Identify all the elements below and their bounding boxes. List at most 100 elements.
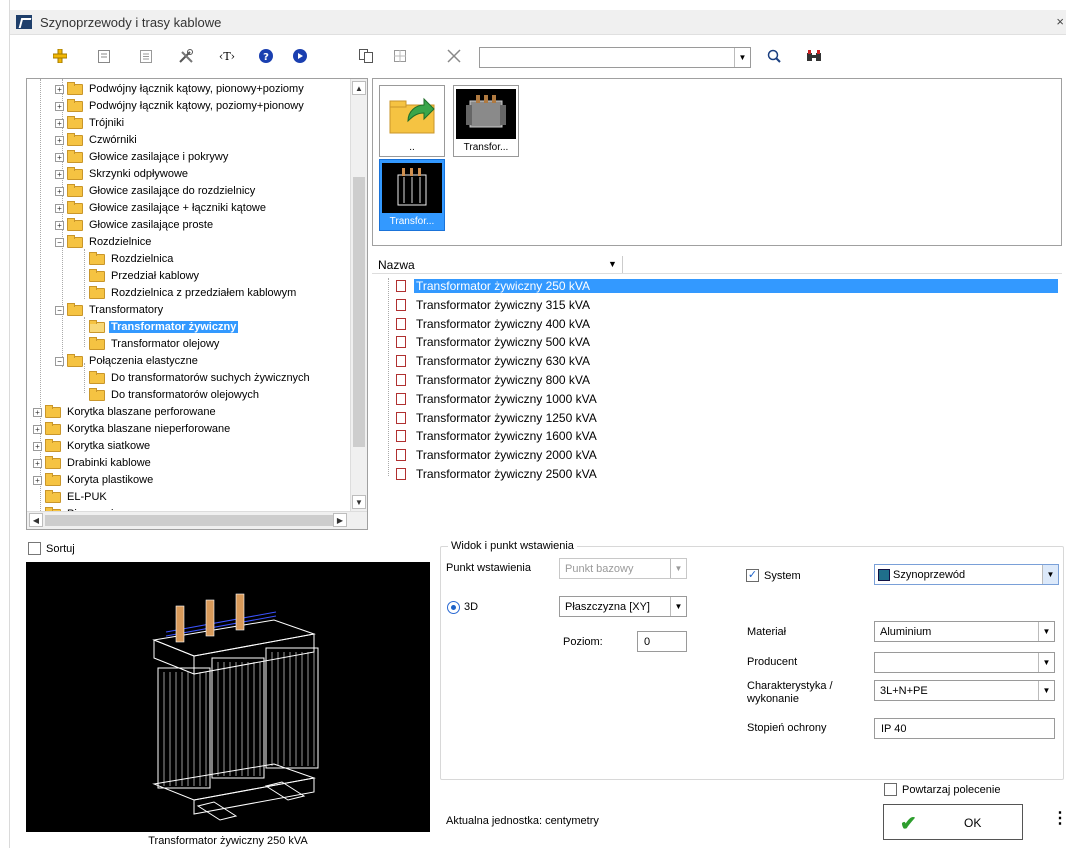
insertion-point-select[interactable]: Punkt bazowy ▼	[559, 558, 687, 579]
tree-node[interactable]: + Głowice zasilające proste	[55, 217, 215, 233]
tree-node[interactable]: + Korytka siatkowe	[33, 438, 152, 454]
level-input[interactable]: 0	[637, 631, 687, 652]
info-icon[interactable]	[290, 46, 310, 66]
system-select[interactable]: Szynoprzewód ▼	[874, 564, 1059, 585]
chevron-down-icon[interactable]: ▼	[1038, 653, 1054, 672]
tree-node[interactable]: − Połączenia elastyczne	[55, 353, 200, 369]
grid-icon[interactable]	[390, 46, 410, 66]
close-icon[interactable]: ×	[1056, 14, 1064, 29]
expand-icon[interactable]: +	[55, 118, 64, 128]
tree-node[interactable]: + Podwójny łącznik kątowy, pionowy+poziom…	[55, 81, 306, 97]
binoculars-icon[interactable]	[804, 46, 824, 66]
chevron-down-icon[interactable]: ▼	[1038, 622, 1054, 641]
expand-icon[interactable]: +	[55, 220, 64, 230]
list-item[interactable]: Transformator żywiczny 315 kVA	[396, 296, 1062, 314]
tree-node[interactable]: Przedział kablowy	[77, 268, 201, 284]
tree-node[interactable]: + Korytka blaszane nieperforowane	[33, 421, 232, 437]
tree-node[interactable]: + Głowice zasilające do rozdzielnicy	[55, 183, 257, 199]
list-item[interactable]: Transformator żywiczny 630 kVA	[396, 352, 1062, 370]
plane-select[interactable]: Płaszczyzna [XY] ▼	[559, 596, 687, 617]
tree-node[interactable]: − Rozdzielnice	[55, 234, 153, 250]
expand-icon[interactable]: +	[33, 424, 42, 434]
protection-input[interactable]: IP 40	[874, 718, 1055, 739]
collapse-icon[interactable]: −	[55, 305, 64, 315]
repeat-checkbox[interactable]	[884, 783, 897, 796]
tree-horizontal-scrollbar[interactable]: ◀ ▶	[27, 511, 367, 529]
ok-button[interactable]: ✔ OK	[883, 804, 1023, 840]
expand-icon[interactable]: +	[33, 441, 42, 451]
expand-icon[interactable]: +	[55, 152, 64, 162]
tree-node[interactable]: + Korytka blaszane perforowane	[33, 404, 218, 420]
scrollbar-thumb[interactable]	[45, 515, 333, 526]
page-icon[interactable]	[94, 46, 114, 66]
producer-select[interactable]: ▼	[874, 652, 1055, 673]
tree-node[interactable]: + Koryta plastikowe	[33, 472, 155, 488]
tree-node[interactable]: Do transformatorów suchych żywicznych	[77, 370, 312, 386]
help-icon[interactable]: ?	[256, 46, 276, 66]
chevron-down-icon[interactable]: ▼	[608, 259, 617, 269]
scroll-left-icon[interactable]: ◀	[29, 513, 43, 527]
list-item[interactable]: Transformator żywiczny 2000 kVA	[396, 446, 1062, 464]
column-separator[interactable]	[622, 256, 623, 273]
list-item[interactable]: Transformator żywiczny 400 kVA	[396, 315, 1062, 333]
expand-icon[interactable]: +	[55, 169, 64, 179]
thumbnail-parent-folder[interactable]: ..	[379, 85, 445, 157]
tree-node[interactable]: EL-PUK	[33, 489, 109, 505]
list-header[interactable]: Nazwa ▼	[372, 256, 1062, 274]
chevron-down-icon[interactable]: ▼	[670, 559, 686, 578]
expand-icon[interactable]: +	[55, 101, 64, 111]
chevron-down-icon[interactable]: ▼	[1042, 565, 1058, 584]
tree-node[interactable]: Rozdzielnica	[77, 251, 175, 267]
chevron-down-icon[interactable]: ▼	[734, 48, 750, 67]
expand-icon[interactable]: +	[55, 135, 64, 145]
tree-node[interactable]: + Głowice zasilające + łączniki kątowe	[55, 200, 268, 216]
expand-icon[interactable]: +	[33, 475, 42, 485]
list-item[interactable]: Transformator żywiczny 1600 kVA	[396, 427, 1062, 445]
thumbnail-transformer-oil[interactable]: Transfor...	[453, 85, 519, 157]
expand-icon[interactable]: +	[33, 407, 42, 417]
expand-icon[interactable]: +	[55, 84, 64, 94]
tree-node[interactable]: + Głowice zasilające i pokrywy	[55, 149, 230, 165]
list-item[interactable]: Transformator żywiczny 800 kVA	[396, 371, 1062, 389]
search-icon[interactable]	[764, 46, 784, 66]
tree-node[interactable]: − Transformatory	[55, 302, 165, 318]
tree-vertical-scrollbar[interactable]: ▲ ▼	[350, 79, 367, 511]
list-icon[interactable]	[136, 46, 156, 66]
tree-node[interactable]: Transformator olejowy	[77, 336, 221, 352]
sort-checkbox[interactable]	[28, 542, 41, 555]
search-input[interactable]: ▼	[479, 47, 751, 68]
list-item[interactable]: Transformator żywiczny 250 kVA	[396, 277, 1062, 295]
chevron-down-icon[interactable]: ▼	[1038, 681, 1054, 700]
scroll-right-icon[interactable]: ▶	[333, 513, 347, 527]
tree-node[interactable]: + Drabinki kablowe	[33, 455, 153, 471]
add-icon[interactable]	[50, 46, 70, 66]
list-item[interactable]: Transformator żywiczny 1000 kVA	[396, 390, 1062, 408]
expand-icon[interactable]: +	[33, 458, 42, 468]
expand-icon[interactable]: +	[55, 186, 64, 196]
more-options-icon[interactable]: ⋮	[1052, 808, 1066, 828]
scroll-down-icon[interactable]: ▼	[352, 495, 366, 509]
list-item[interactable]: Transformator żywiczny 500 kVA	[396, 333, 1062, 351]
tree-node[interactable]: + Czwórniki	[55, 132, 139, 148]
characteristics-select[interactable]: 3L+N+PE ▼	[874, 680, 1055, 701]
tree-node[interactable]: + Trójniki	[55, 115, 126, 131]
tools-icon[interactable]	[176, 46, 196, 66]
chevron-down-icon[interactable]: ▼	[670, 597, 686, 616]
tree-node[interactable]: Do transformatorów olejowych	[77, 387, 261, 403]
scroll-up-icon[interactable]: ▲	[352, 81, 366, 95]
tree-node[interactable]: Rozdzielnica z przedziałem kablowym	[77, 285, 298, 301]
list-item[interactable]: Transformator żywiczny 1250 kVA	[396, 409, 1062, 427]
thumbnail-transformer-resin[interactable]: Transfor...	[379, 159, 445, 231]
collapse-icon[interactable]: −	[55, 237, 64, 247]
expand-icon[interactable]: +	[55, 203, 64, 213]
list-item[interactable]: Transformator żywiczny 2500 kVA	[396, 465, 1062, 483]
text-tag-icon[interactable]: ‹T›	[214, 46, 240, 66]
tree-node[interactable]: Transformator żywiczny	[77, 319, 239, 335]
mode-3d-radio[interactable]	[447, 601, 460, 614]
category-tree[interactable]: + Podwójny łącznik kątowy, pionowy+poziom…	[26, 78, 368, 530]
delete-icon[interactable]	[444, 46, 464, 66]
tree-node[interactable]: + Skrzynki odpływowe	[55, 166, 190, 182]
column-header-name[interactable]: Nazwa	[378, 258, 415, 272]
scrollbar-thumb[interactable]	[353, 177, 365, 447]
system-checkbox[interactable]: ✓	[746, 569, 759, 582]
